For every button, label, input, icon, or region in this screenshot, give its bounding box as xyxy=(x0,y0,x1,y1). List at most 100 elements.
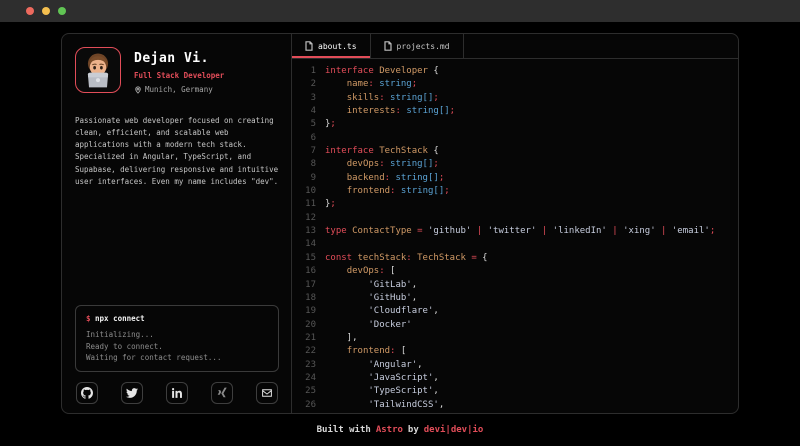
avatar xyxy=(75,47,121,93)
code-line: 27 'PrimeNG', xyxy=(301,412,738,413)
social-links xyxy=(75,382,279,404)
window-titlebar xyxy=(0,0,800,22)
line-number: 9 xyxy=(301,172,316,185)
line-number: 19 xyxy=(301,305,316,318)
portfolio-card: Dejan Vi. Full Stack Developer Munich, G… xyxy=(61,33,739,414)
code-area[interactable]: 1interface Developer {2 name: string;3 s… xyxy=(292,59,738,413)
location-pin-icon xyxy=(134,86,142,94)
terminal-output-line: Ready to connect. xyxy=(86,341,269,352)
email-button[interactable] xyxy=(256,382,278,404)
github-button[interactable] xyxy=(76,382,98,404)
footer-prefix: Built with xyxy=(317,425,371,435)
code-line: 13type ContactType = 'github' | 'twitter… xyxy=(301,225,738,238)
line-number: 14 xyxy=(301,238,316,251)
footer-middle: by xyxy=(408,425,419,435)
code-line: 2 name: string; xyxy=(301,78,738,91)
code-line: 24 'JavaScript', xyxy=(301,372,738,385)
code-line: 17 'GitLab', xyxy=(301,279,738,292)
line-number: 2 xyxy=(301,78,316,91)
line-number: 15 xyxy=(301,252,316,265)
linkedin-button[interactable] xyxy=(166,382,188,404)
prompt-symbol: $ xyxy=(86,314,91,323)
line-number: 16 xyxy=(301,265,316,278)
line-number: 13 xyxy=(301,225,316,238)
identity-block: Dejan Vi. Full Stack Developer Munich, G… xyxy=(134,47,224,94)
footer-astro-link[interactable]: Astro xyxy=(376,425,403,435)
code-line: 3 skills: string[]; xyxy=(301,92,738,105)
footer-author-link[interactable]: devi|dev|io xyxy=(424,425,484,435)
code-line: 20 'Docker' xyxy=(301,319,738,332)
profile-header: Dejan Vi. Full Stack Developer Munich, G… xyxy=(75,47,279,94)
tab-bar: about.ts projects.md xyxy=(292,34,738,59)
profile-bio: Passionate web developer focused on crea… xyxy=(75,115,279,188)
minimize-window-button[interactable] xyxy=(42,7,50,15)
line-number: 12 xyxy=(301,212,316,225)
code-line: 22 frontend: [ xyxy=(301,345,738,358)
maximize-window-button[interactable] xyxy=(58,7,66,15)
line-number: 10 xyxy=(301,185,316,198)
line-number: 18 xyxy=(301,292,316,305)
line-number: 17 xyxy=(301,279,316,292)
line-number: 6 xyxy=(301,132,316,145)
code-line: 12 xyxy=(301,212,738,225)
code-line: 25 'TypeScript', xyxy=(301,385,738,398)
code-line: 7interface TechStack { xyxy=(301,145,738,158)
xing-button[interactable] xyxy=(211,382,233,404)
line-number: 3 xyxy=(301,92,316,105)
linkedin-icon xyxy=(171,387,183,399)
code-line: 6 xyxy=(301,132,738,145)
memoji-avatar-graphic xyxy=(76,48,120,92)
line-number: 5 xyxy=(301,118,316,131)
line-number: 26 xyxy=(301,399,316,412)
line-number: 24 xyxy=(301,372,316,385)
tab-label: about.ts xyxy=(318,42,357,51)
line-number: 25 xyxy=(301,385,316,398)
profile-panel: Dejan Vi. Full Stack Developer Munich, G… xyxy=(62,34,292,413)
code-line: 23 'Angular', xyxy=(301,359,738,372)
code-line: 21 ], xyxy=(301,332,738,345)
profile-name: Dejan Vi. xyxy=(134,51,224,66)
command-text: npx connect xyxy=(95,314,145,323)
twitter-button[interactable] xyxy=(121,382,143,404)
code-line: 1interface Developer { xyxy=(301,65,738,78)
code-line: 11}; xyxy=(301,198,738,211)
code-line: 5}; xyxy=(301,118,738,131)
line-number: 22 xyxy=(301,345,316,358)
code-line: 8 devOps: string[]; xyxy=(301,158,738,171)
code-line: 26 'TailwindCSS', xyxy=(301,399,738,412)
tab-about-ts[interactable]: about.ts xyxy=(292,34,371,58)
line-number: 27 xyxy=(301,412,316,413)
code-line: 15const techStack: TechStack = { xyxy=(301,252,738,265)
code-line: 4 interests: string[]; xyxy=(301,105,738,118)
terminal-output-line: Initializing... xyxy=(86,329,269,340)
line-number: 8 xyxy=(301,158,316,171)
location-text: Munich, Germany xyxy=(145,85,213,94)
twitter-icon xyxy=(126,387,138,399)
editor-panel: about.ts projects.md 1interface Develope… xyxy=(292,34,738,413)
line-number: 11 xyxy=(301,198,316,211)
tab-label: projects.md xyxy=(397,42,450,51)
line-number: 7 xyxy=(301,145,316,158)
code-line: 18 'GitHub', xyxy=(301,292,738,305)
code-line: 9 backend: string[]; xyxy=(301,172,738,185)
file-icon xyxy=(384,41,392,51)
footer: Built with Astro by devi|dev|io xyxy=(0,414,800,445)
line-number: 23 xyxy=(301,359,316,372)
github-icon xyxy=(81,387,93,399)
profile-location: Munich, Germany xyxy=(134,85,224,94)
tab-projects-md[interactable]: projects.md xyxy=(371,34,464,58)
line-number: 1 xyxy=(301,65,316,78)
close-window-button[interactable] xyxy=(26,7,34,15)
line-number: 21 xyxy=(301,332,316,345)
line-number: 4 xyxy=(301,105,316,118)
profile-role: Full Stack Developer xyxy=(134,71,224,80)
code-line: 14 xyxy=(301,238,738,251)
line-number: 20 xyxy=(301,319,316,332)
xing-icon xyxy=(216,387,228,399)
terminal-output-line: Waiting for contact request... xyxy=(86,352,269,363)
terminal-widget: $ npx connect Initializing... Ready to c… xyxy=(75,305,279,372)
code-line: 16 devOps: [ xyxy=(301,265,738,278)
code-line: 10 frontend: string[]; xyxy=(301,185,738,198)
terminal-command: $ npx connect xyxy=(86,314,269,323)
code-line: 19 'Cloudflare', xyxy=(301,305,738,318)
